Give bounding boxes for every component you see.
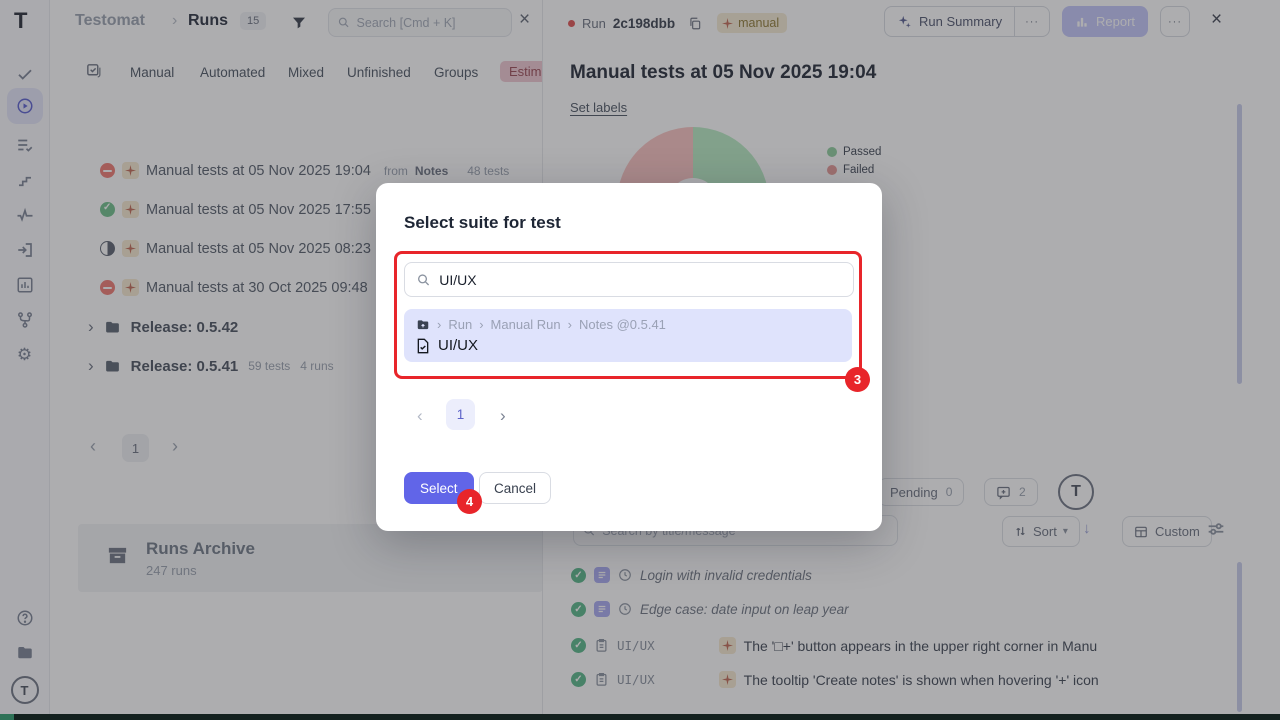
screen-edge-accent [0, 714, 14, 720]
modal-title: Select suite for test [404, 213, 561, 233]
modal-next-page-icon[interactable]: › [500, 406, 506, 426]
modal-prev-page-icon[interactable]: ‹ [417, 406, 423, 426]
annotation-rectangle [394, 251, 862, 379]
cancel-button[interactable]: Cancel [479, 472, 551, 504]
modal-page-number[interactable]: 1 [446, 399, 475, 430]
screen-edge-strip [0, 714, 1280, 720]
annotation-step-4: 4 [457, 489, 482, 514]
annotation-step-3: 3 [845, 367, 870, 392]
